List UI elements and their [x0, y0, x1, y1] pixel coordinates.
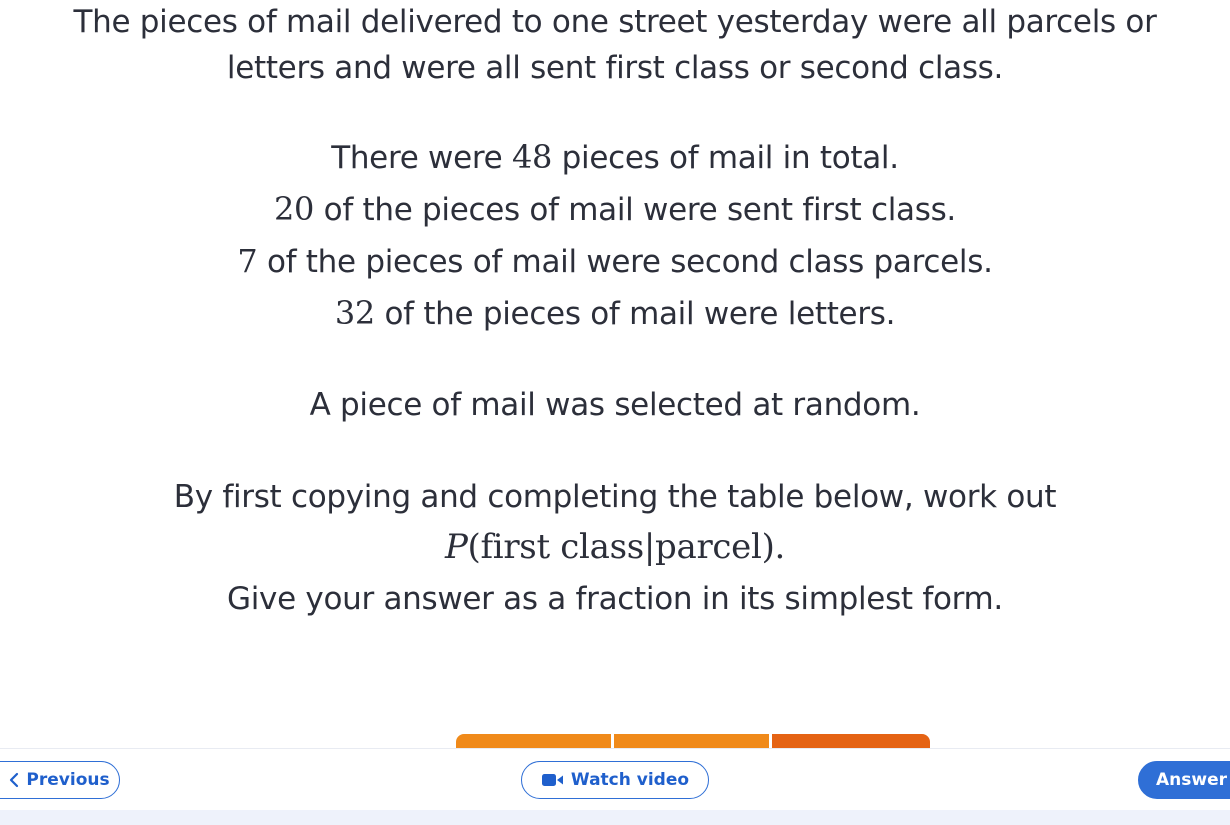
fact-text: of the pieces of mail were letters.	[374, 296, 896, 332]
fact-text: of the pieces of mail were sent first cl…	[314, 192, 957, 228]
fact-number: 32	[334, 294, 375, 332]
video-camera-icon	[541, 774, 563, 786]
previous-button[interactable]: Previous	[0, 761, 120, 799]
navigation-bar: Previous Watch video Answer	[0, 748, 1230, 811]
fact-text: pieces of mail in total.	[552, 140, 899, 176]
fact-total: There were 48 pieces of mail in total.	[0, 137, 1230, 178]
intro-line-1: The pieces of mail delivered to one stre…	[73, 4, 1157, 40]
question-panel: The pieces of mail delivered to one stre…	[0, 0, 1230, 748]
table-header-cell	[614, 734, 769, 748]
fact-first-class: 20 of the pieces of mail were sent first…	[0, 189, 1230, 230]
fact-number: 48	[511, 138, 553, 176]
intro-line-2: letters and were all sent first class or…	[226, 50, 1004, 86]
table-header-cell	[456, 734, 611, 748]
two-way-table-header	[456, 734, 930, 748]
fact-letters: 32 of the pieces of mail were letters.	[0, 293, 1230, 334]
watch-video-label: Watch video	[570, 770, 690, 790]
probability-expression: P(first class|parcel).	[0, 527, 1230, 567]
footer-band	[0, 810, 1230, 825]
answer-form-instruction: Give your answer as a fraction in its si…	[227, 581, 1003, 617]
previous-label: Previous	[26, 770, 110, 790]
fact-number: 20	[274, 190, 315, 228]
fact-text: There were	[331, 140, 512, 176]
answer-label: Answer	[1156, 770, 1227, 790]
fact-number: 7	[237, 242, 258, 280]
fact-text: of the pieces of mail were second class …	[257, 244, 993, 280]
chevron-left-icon	[10, 772, 19, 788]
watch-video-button[interactable]: Watch video	[521, 761, 709, 799]
probability-argument: (first class|parcel).	[467, 527, 786, 567]
selection-statement: A piece of mail was selected at random.	[309, 387, 921, 423]
answer-button[interactable]: Answer	[1138, 761, 1230, 799]
instruction-line: By first copying and completing the tabl…	[173, 479, 1057, 515]
fact-second-class-parcels: 7 of the pieces of mail were second clas…	[0, 241, 1230, 282]
table-header-cell	[772, 734, 930, 748]
probability-symbol: P	[444, 527, 468, 567]
